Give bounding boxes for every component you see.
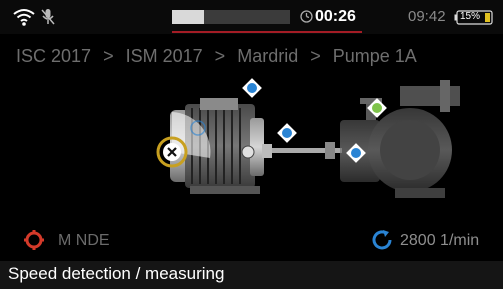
breadcrumb-separator: >: [310, 46, 321, 66]
device-screen: 00:26 09:42 15% ISC 2017 > ISM 2017 > Ma…: [0, 0, 503, 289]
sensor-position-icon: [24, 230, 44, 250]
pump-graphic: [340, 80, 460, 198]
breadcrumb-separator: >: [103, 46, 114, 66]
breadcrumb-item[interactable]: ISC 2017: [16, 46, 91, 66]
machine-train-diagram: [156, 78, 460, 198]
breadcrumb-item[interactable]: ISM 2017: [126, 46, 203, 66]
measurement-timer: 00:26: [315, 8, 356, 25]
breadcrumb-item-current: Pumpe 1A: [332, 46, 417, 66]
coupling-point-marker[interactable]: [241, 145, 255, 159]
recording-progress-fill: [172, 10, 204, 24]
speed-value: 2800 1/min: [400, 232, 480, 249]
measurement-position-label: M NDE: [58, 232, 110, 249]
clock-time: 09:42: [408, 8, 446, 25]
measurement-point-marker[interactable]: [277, 123, 297, 143]
recording-progress-bar: [172, 10, 290, 24]
rotation-speed-icon: [372, 230, 392, 250]
breadcrumb: ISC 2017 > ISM 2017 > Mardrid > Pumpe 1A: [16, 46, 424, 67]
microphone-muted-icon: [41, 9, 55, 25]
coupling-graphic: [272, 142, 342, 159]
wifi-icon: [13, 9, 35, 26]
measurement-point-marker[interactable]: [242, 78, 262, 98]
screen-title: Speed detection / measuring: [8, 264, 225, 283]
clock-icon: [300, 10, 313, 23]
battery-percentage: 15%: [460, 11, 481, 22]
breadcrumb-separator: >: [214, 46, 226, 66]
progress-underline: [172, 31, 362, 33]
breadcrumb-item[interactable]: Mardrid: [237, 46, 298, 66]
